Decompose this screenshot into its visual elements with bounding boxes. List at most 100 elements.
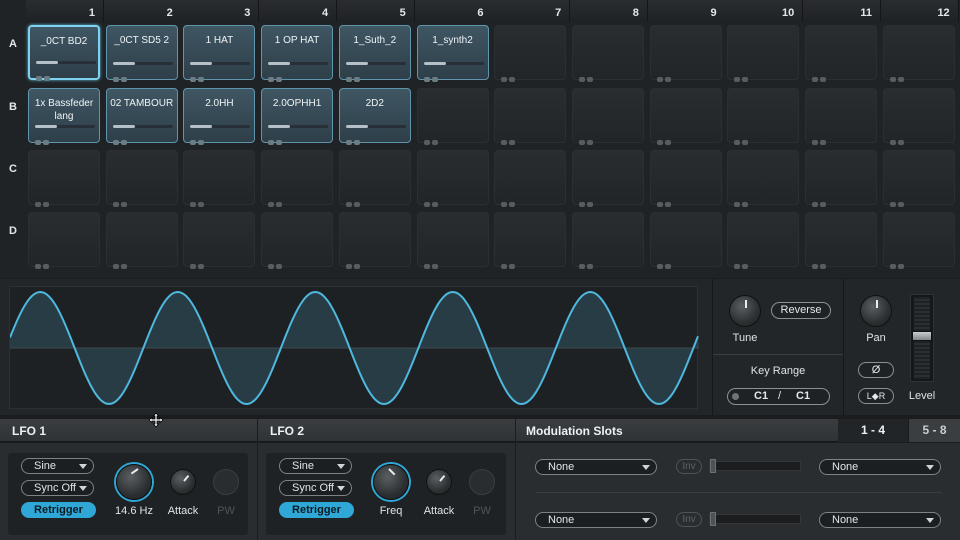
pad-B2[interactable]: 02 TAMBOUR	[105, 88, 178, 145]
pad-B3[interactable]: 2.0HH	[183, 88, 256, 145]
pad-C12[interactable]	[882, 150, 955, 207]
pad-C8[interactable]	[571, 150, 644, 207]
pad-dot	[112, 77, 119, 82]
lr-swap-button[interactable]: L◆R	[858, 388, 894, 404]
pad-D2[interactable]	[105, 212, 178, 269]
tab-mod-1-4[interactable]: 1 - 4	[838, 419, 908, 442]
pad-B12[interactable]	[882, 88, 955, 145]
phase-invert-button[interactable]: Ø	[858, 362, 894, 378]
pad-D11[interactable]	[805, 212, 877, 269]
chevron-down-icon	[337, 486, 345, 491]
row-header-D: D	[0, 215, 26, 277]
pad-D12[interactable]	[882, 212, 955, 269]
tune-knob[interactable]	[729, 295, 761, 327]
pad-C11[interactable]	[805, 150, 877, 207]
pad-B9[interactable]	[649, 88, 722, 145]
pad-dot	[423, 77, 430, 82]
pad-C4[interactable]	[261, 150, 334, 207]
pad-status-dots	[656, 132, 673, 145]
lfo1-retrigger-button[interactable]: Retrigger	[21, 502, 96, 518]
pad-dot	[820, 140, 826, 145]
level-fader-handle[interactable]	[912, 331, 932, 341]
pad-B11[interactable]	[805, 88, 877, 145]
pad-D1[interactable]	[28, 212, 100, 269]
pad-dot	[586, 264, 593, 269]
pad-B10[interactable]	[727, 88, 800, 145]
pad-D10[interactable]	[727, 212, 800, 269]
pad-A10[interactable]	[727, 25, 800, 82]
tune-label: Tune	[732, 332, 758, 344]
pad-D9[interactable]	[649, 212, 722, 269]
pad-A12[interactable]	[882, 25, 955, 82]
mod-slot1-target-select[interactable]: None	[819, 459, 941, 475]
pad-D8[interactable]	[571, 212, 644, 269]
pad-A3[interactable]: 1 HAT	[183, 25, 256, 82]
mod-slot2-target-select[interactable]: None	[819, 512, 941, 528]
pad-volume-fill	[190, 62, 213, 65]
tab-mod-5-8[interactable]: 5 - 8	[908, 419, 960, 442]
pad-B7[interactable]	[494, 88, 567, 145]
pan-knob[interactable]	[860, 295, 892, 327]
mod-slot2-invert-button[interactable]: Inv	[676, 512, 702, 527]
column-header-11: 11	[803, 0, 881, 22]
pad-D7[interactable]	[494, 212, 567, 269]
lfo1-attack-knob[interactable]	[170, 469, 196, 495]
pad-A9[interactable]	[649, 25, 722, 82]
pad-dot	[578, 140, 585, 145]
pad-D3[interactable]	[183, 212, 256, 269]
lfo2-attack-label: Attack	[423, 505, 455, 517]
pad-volume-fill	[112, 62, 135, 65]
pad-A2[interactable]: _0CT SD5 2	[105, 25, 178, 82]
mod-slot2-amount-slider[interactable]	[709, 512, 801, 526]
pad-D6[interactable]	[416, 212, 489, 269]
lfo2-retrigger-button[interactable]: Retrigger	[279, 502, 354, 518]
pad-B6[interactable]	[416, 88, 489, 145]
pad-A6[interactable]: 1_synth2	[416, 25, 489, 82]
pad-C1[interactable]	[28, 150, 100, 207]
lfo2-waveform-select[interactable]: Sine	[279, 458, 352, 474]
lfo1-waveform-select[interactable]: Sine	[21, 458, 94, 474]
reverse-button[interactable]: Reverse	[771, 302, 831, 319]
lfo2-attack-knob[interactable]	[426, 469, 452, 495]
chevron-down-icon	[926, 465, 934, 470]
pad-B8[interactable]	[571, 88, 644, 145]
pad-C7[interactable]	[494, 150, 567, 207]
pad-C9[interactable]	[649, 150, 722, 207]
pad-A11[interactable]	[805, 25, 877, 82]
mod-slot1-amount-handle[interactable]	[710, 459, 716, 473]
pad-C6[interactable]	[416, 150, 489, 207]
pad-C10[interactable]	[727, 150, 800, 207]
pad-C5[interactable]	[338, 150, 411, 207]
pad-C2[interactable]	[105, 150, 178, 207]
mod-slot1-amount-slider[interactable]	[709, 459, 801, 473]
pad-D4[interactable]	[261, 212, 334, 269]
pad-A7[interactable]	[494, 25, 567, 82]
pad-A4[interactable]: 1 OP HAT	[261, 25, 334, 82]
pad-A1[interactable]: _0CT BD2	[28, 25, 100, 81]
lfo1-freq-knob[interactable]	[116, 464, 152, 500]
pad-dot	[190, 77, 197, 82]
mod-slot1-invert-button[interactable]: Inv	[676, 459, 702, 474]
pad-B1[interactable]: 1x Bassfeder lang	[28, 88, 100, 145]
pad-dot	[353, 140, 360, 145]
lfo2-sync-select[interactable]: Sync Off	[279, 480, 352, 496]
pad-D5[interactable]	[338, 212, 411, 269]
pad-C3[interactable]	[183, 150, 256, 207]
mod-slot2-source-select[interactable]: None	[535, 512, 657, 528]
lfo2-freq-knob[interactable]	[373, 464, 409, 500]
pad-volume-fill	[268, 62, 291, 65]
pad-B5[interactable]: 2D2	[338, 88, 411, 145]
key-range-low[interactable]: C1	[754, 390, 768, 402]
pad-grid: 1 2 3 4 5 6 7 8 9 10 11 12 A _0CT BD2 _0CT SD5 21 HAT 1…	[0, 0, 960, 278]
key-range-field[interactable]: C1 / C1	[727, 388, 830, 405]
pad-A5[interactable]: 1_Suth_2	[338, 25, 411, 82]
pad-status-dots	[889, 69, 906, 82]
lfo1-sync-select[interactable]: Sync Off	[21, 480, 94, 496]
key-range-high[interactable]: C1	[796, 390, 810, 402]
mod-slot1-source-select[interactable]: None	[535, 459, 657, 475]
pad-status-dots	[423, 132, 440, 145]
level-fader[interactable]	[910, 294, 934, 382]
mod-slot2-amount-handle[interactable]	[710, 512, 716, 526]
pad-B4[interactable]: 2.0OPHH1	[261, 88, 334, 145]
pad-A8[interactable]	[571, 25, 644, 82]
